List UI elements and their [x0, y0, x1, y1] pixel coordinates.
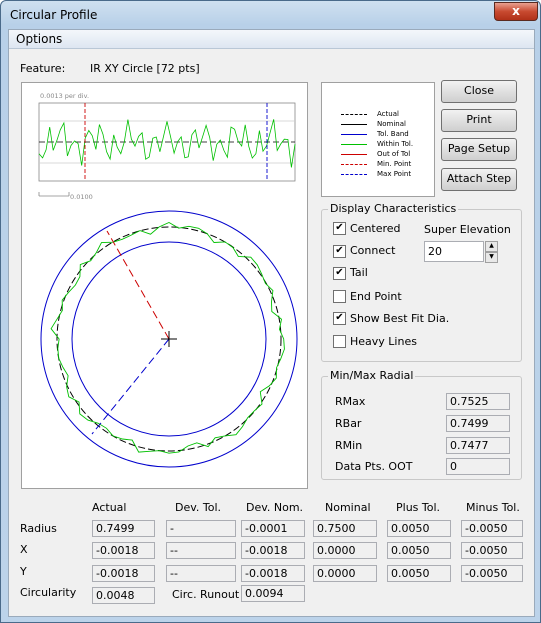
window: Circular Profile x Options Feature: IR X… — [0, 0, 541, 623]
connect-checkbox[interactable]: ✔ — [333, 245, 346, 258]
spin-down-icon[interactable]: ▼ — [485, 252, 498, 263]
centered-checkbox[interactable]: ✔ — [333, 222, 346, 235]
legend-label: Nominal — [377, 120, 406, 128]
super-elevation-label: Super Elevation — [424, 223, 511, 236]
close-button[interactable]: Close — [441, 80, 517, 103]
y-minus-tol: -0.0050 — [461, 565, 523, 582]
rmax-value: 0.7525 — [446, 393, 510, 410]
circ-runout-label: Circ. Runout — [172, 588, 240, 601]
legend-swatch — [341, 114, 367, 115]
legend-swatch — [341, 154, 367, 155]
y-dev-nom: -0.0018 — [241, 565, 305, 582]
attach-step-button[interactable]: Attach Step — [441, 168, 517, 191]
menu-bar: Options — [9, 30, 534, 49]
window-title: Circular Profile — [10, 8, 98, 22]
title-bar[interactable]: Circular Profile x — [1, 1, 540, 29]
rmax-label: RMax — [335, 395, 366, 408]
display-characteristics-title: Display Characteristics — [328, 202, 459, 215]
y-dev-tol: -- — [166, 565, 236, 582]
legend-label: Max Point — [377, 170, 412, 178]
legend-swatch — [341, 144, 367, 145]
menu-options[interactable]: Options — [16, 32, 62, 46]
legend-swatch — [341, 174, 367, 175]
legend-label: Tol. Band — [377, 130, 409, 138]
end-point-label: End Point — [350, 290, 402, 303]
data-pts-oot-label: Data Pts. OOT — [335, 460, 413, 473]
deviation-scale-label: 0.0013 per div. — [40, 92, 89, 100]
minmax-radial-title: Min/Max Radial — [328, 369, 416, 382]
x-nominal: 0.0000 — [313, 542, 377, 559]
legend-label: Actual — [377, 110, 399, 118]
col-header-actual: Actual — [92, 501, 127, 514]
legend-swatch — [341, 124, 367, 125]
y-plus-tol: 0.0050 — [387, 565, 451, 582]
col-header-nominal: Nominal — [325, 501, 371, 514]
legend-swatch — [341, 134, 367, 135]
deviation-trace — [38, 119, 296, 168]
check-mark-icon: ✔ — [335, 267, 344, 278]
spin-up-icon[interactable]: ▲ — [485, 241, 498, 252]
window-close-button[interactable]: x — [494, 2, 538, 21]
connect-label: Connect — [350, 244, 396, 257]
profile-plot: 0.0013 per div. 0.0100 — [38, 92, 298, 468]
page-setup-button[interactable]: Page Setup — [441, 138, 517, 161]
col-header-plus-tol: Plus Tol. — [396, 501, 441, 514]
heavy-lines-checkbox[interactable] — [333, 335, 346, 348]
center-crosshair — [161, 331, 177, 347]
plot-frame: 0.0013 per div. 0.0100 — [21, 82, 308, 489]
legend-box: Actual Nominal Tol. Band Within Tol. Out of … — [321, 82, 435, 197]
radius-minus-tol: -0.0050 — [461, 520, 523, 537]
radius-actual: 0.7499 — [92, 520, 155, 537]
circularity-value: 0.0048 — [92, 587, 155, 604]
radius-dev-tol: - — [166, 520, 236, 537]
x-actual: -0.0018 — [92, 542, 155, 559]
show-best-fit-checkbox[interactable]: ✔ — [333, 312, 346, 325]
col-header-minus-tol: Minus Tol. — [466, 501, 520, 514]
rbar-label: RBar — [335, 417, 362, 430]
col-header-dev-tol: Dev. Tol. — [175, 501, 222, 514]
print-button[interactable]: Print — [441, 109, 517, 132]
length-scale-label: 0.0100 — [70, 193, 93, 201]
circ-runout-value: 0.0094 — [241, 585, 305, 602]
check-mark-icon: ✔ — [335, 312, 344, 323]
end-point-checkbox[interactable] — [333, 290, 346, 303]
x-plus-tol: 0.0050 — [387, 542, 451, 559]
row-label-x: X — [20, 543, 28, 556]
row-label-y: Y — [20, 565, 27, 578]
tail-label: Tail — [350, 266, 368, 279]
radius-dev-nom: -0.0001 — [241, 520, 305, 537]
heavy-lines-label: Heavy Lines — [350, 335, 417, 348]
legend-swatch — [341, 164, 367, 165]
show-best-fit-label: Show Best Fit Dia. — [350, 312, 450, 325]
row-label-radius: Radius — [20, 522, 57, 535]
feature-label: Feature: — [20, 62, 66, 75]
rbar-value: 0.7499 — [446, 415, 510, 432]
legend-label: Out of Tol — [377, 150, 411, 158]
length-scale-bar — [38, 192, 70, 197]
centered-label: Centered — [350, 222, 401, 235]
legend-label: Within Tol. — [377, 140, 414, 148]
radius-plus-tol: 0.0050 — [387, 520, 451, 537]
check-mark-icon: ✔ — [335, 245, 344, 256]
dialog-client: Options Feature: IR XY Circle [72 pts] 0… — [8, 29, 535, 617]
circularity-label: Circularity — [20, 586, 77, 599]
y-nominal: 0.0000 — [313, 565, 377, 582]
x-dev-tol: -- — [166, 542, 236, 559]
legend-label: Min. Point — [377, 160, 412, 168]
actual-profile — [50, 221, 285, 454]
tail-checkbox[interactable]: ✔ — [333, 267, 346, 280]
radius-nominal: 0.7500 — [313, 520, 377, 537]
rmin-value: 0.7477 — [446, 437, 510, 454]
x-minus-tol: -0.0050 — [461, 542, 523, 559]
data-pts-oot-value: 0 — [446, 458, 510, 475]
rmin-label: RMin — [335, 439, 363, 452]
x-dev-nom: -0.0018 — [241, 542, 305, 559]
check-mark-icon: ✔ — [335, 222, 344, 233]
max-point-radius — [91, 338, 170, 435]
col-header-dev-nom: Dev. Nom. — [246, 501, 304, 514]
super-elevation-input[interactable]: 20 — [424, 241, 484, 262]
y-actual: -0.0018 — [92, 565, 155, 582]
feature-value: IR XY Circle [72 pts] — [90, 62, 200, 75]
